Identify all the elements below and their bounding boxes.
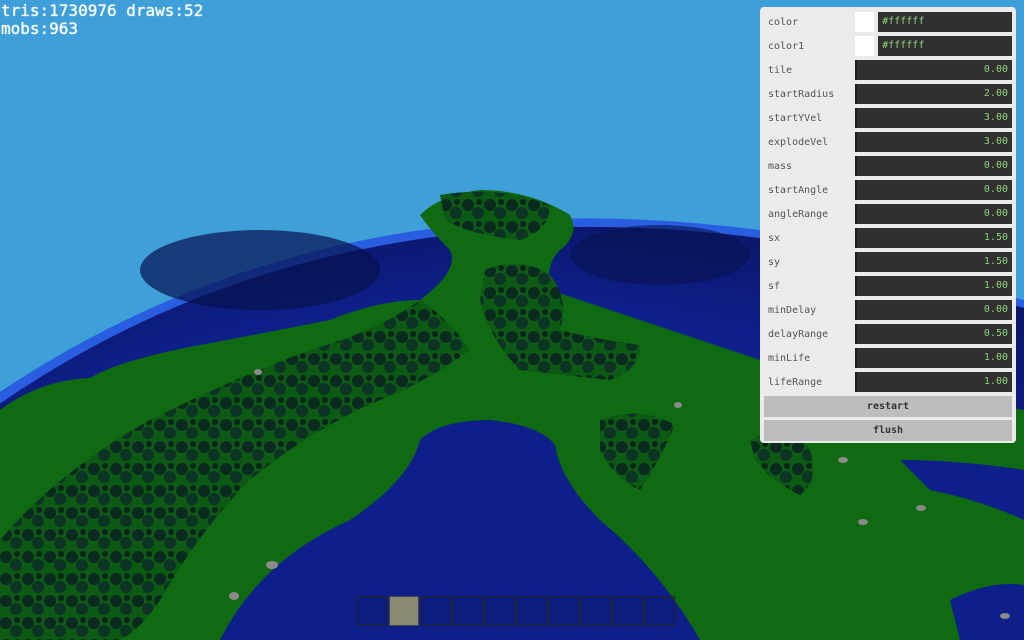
param-row-startAngle: startAngle 0.00 bbox=[764, 178, 1012, 202]
startYVel-input[interactable]: 3.00 bbox=[854, 108, 1012, 128]
param-label: tile bbox=[768, 64, 793, 76]
hotbar-slot[interactable] bbox=[357, 596, 387, 626]
sx-input[interactable]: 1.50 bbox=[854, 228, 1012, 248]
sy-input[interactable]: 1.50 bbox=[854, 252, 1012, 272]
startRadius-input[interactable]: 2.00 bbox=[854, 84, 1012, 104]
param-row-startRadius: startRadius 2.00 bbox=[764, 82, 1012, 106]
mass-input[interactable]: 0.00 bbox=[854, 156, 1012, 176]
param-row-minDelay: minDelay 0.00 bbox=[764, 298, 1012, 322]
hotbar-slot[interactable] bbox=[549, 596, 579, 626]
startAngle-input[interactable]: 0.00 bbox=[854, 180, 1012, 200]
param-label: mass bbox=[768, 160, 793, 172]
param-row-minLife: minLife 1.00 bbox=[764, 346, 1012, 370]
color-input[interactable]: #ffffff bbox=[878, 12, 1012, 32]
lifeRange-input[interactable]: 1.00 bbox=[854, 372, 1012, 392]
param-label: sx bbox=[768, 232, 781, 244]
stats-tris-draws: tris:1730976 draws:52 bbox=[1, 1, 204, 20]
hotbar-slot[interactable] bbox=[485, 596, 515, 626]
param-row-color1: color1 #ffffff bbox=[764, 34, 1012, 58]
param-label: lifeRange bbox=[768, 376, 823, 388]
minDelay-input[interactable]: 0.00 bbox=[854, 300, 1012, 320]
stats-overlay: tris:1730976 draws:52 mobs:963 bbox=[1, 2, 203, 38]
hotbar-slot[interactable] bbox=[613, 596, 643, 626]
param-label: minLife bbox=[768, 352, 811, 364]
minLife-input[interactable]: 1.00 bbox=[854, 348, 1012, 368]
param-label: color bbox=[768, 16, 799, 28]
param-label: angleRange bbox=[768, 208, 829, 220]
param-row-tile: tile 0.00 bbox=[764, 58, 1012, 82]
param-row-mass: mass 0.00 bbox=[764, 154, 1012, 178]
hotbar-slot[interactable] bbox=[421, 596, 451, 626]
hotbar-slot[interactable] bbox=[645, 596, 675, 626]
param-label: sf bbox=[768, 280, 781, 292]
param-row-lifeRange: lifeRange 1.00 bbox=[764, 370, 1012, 394]
color-swatch[interactable] bbox=[854, 12, 875, 32]
particle-settings-panel: color #ffffff color1 #ffffff tile 0.00 s… bbox=[760, 7, 1016, 443]
param-row-angleRange: angleRange 0.00 bbox=[764, 202, 1012, 226]
param-row-sy: sy 1.50 bbox=[764, 250, 1012, 274]
param-row-delayRange: delayRange 0.50 bbox=[764, 322, 1012, 346]
param-label: startAngle bbox=[768, 184, 829, 196]
restart-button[interactable]: restart bbox=[764, 396, 1012, 417]
hotbar-slot[interactable] bbox=[453, 596, 483, 626]
stats-mobs: mobs:963 bbox=[1, 19, 79, 38]
hotbar bbox=[357, 596, 675, 626]
hotbar-slot[interactable] bbox=[581, 596, 611, 626]
param-row-color: color #ffffff bbox=[764, 10, 1012, 34]
sf-input[interactable]: 1.00 bbox=[854, 276, 1012, 296]
param-label: color1 bbox=[768, 40, 805, 52]
param-row-sx: sx 1.50 bbox=[764, 226, 1012, 250]
param-label: sy bbox=[768, 256, 781, 268]
hotbar-slot-selected[interactable] bbox=[389, 596, 419, 626]
param-label: minDelay bbox=[768, 304, 817, 316]
color1-input[interactable]: #ffffff bbox=[878, 36, 1012, 56]
param-label: startYVel bbox=[768, 112, 823, 124]
flush-button[interactable]: flush bbox=[764, 420, 1012, 441]
explodeVel-input[interactable]: 3.00 bbox=[854, 132, 1012, 152]
param-row-explodeVel: explodeVel 3.00 bbox=[764, 130, 1012, 154]
tile-input[interactable]: 0.00 bbox=[854, 60, 1012, 80]
param-label: delayRange bbox=[768, 328, 829, 340]
param-row-startYVel: startYVel 3.00 bbox=[764, 106, 1012, 130]
hotbar-slot[interactable] bbox=[517, 596, 547, 626]
delayRange-input[interactable]: 0.50 bbox=[854, 324, 1012, 344]
angleRange-input[interactable]: 0.00 bbox=[854, 204, 1012, 224]
color1-swatch[interactable] bbox=[854, 36, 875, 56]
param-label: startRadius bbox=[768, 88, 835, 100]
param-label: explodeVel bbox=[768, 136, 829, 148]
param-row-sf: sf 1.00 bbox=[764, 274, 1012, 298]
